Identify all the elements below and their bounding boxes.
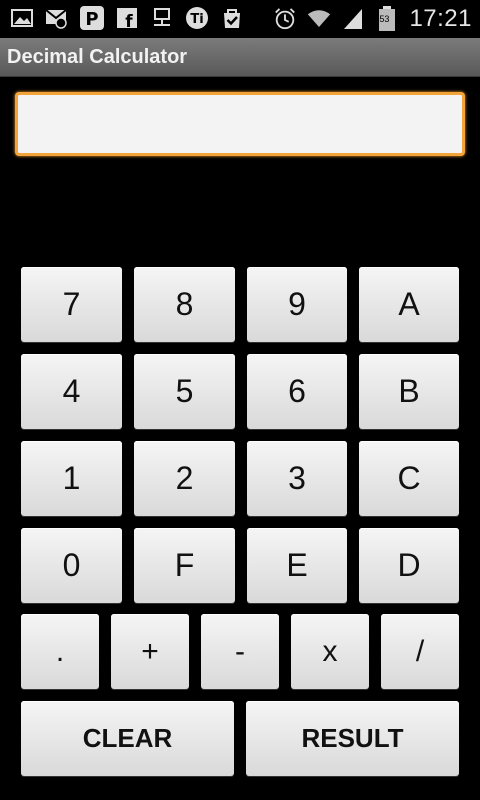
clock: 17:21 xyxy=(409,5,472,32)
tinfoil-icon: Ti xyxy=(185,6,209,30)
key-d[interactable]: D xyxy=(359,528,459,603)
key-3[interactable]: 3 xyxy=(247,441,347,516)
facebook-icon: f xyxy=(115,6,139,30)
gmail-icon xyxy=(45,6,69,30)
key-5[interactable]: 5 xyxy=(134,354,235,429)
svg-text:f: f xyxy=(125,12,133,28)
key-6[interactable]: 6 xyxy=(247,354,347,429)
signal-icon xyxy=(341,7,365,31)
battery-icon: 53 xyxy=(375,6,399,31)
key-9[interactable]: 9 xyxy=(247,267,347,342)
network-icon xyxy=(150,6,174,30)
key-7[interactable]: 7 xyxy=(21,267,122,342)
action-bar: Decimal Calculator xyxy=(0,38,480,77)
key-2[interactable]: 2 xyxy=(134,441,235,516)
key-c[interactable]: C xyxy=(359,441,459,516)
key-f[interactable]: F xyxy=(134,528,235,603)
key-decimal-point[interactable]: . xyxy=(21,614,99,689)
key-8[interactable]: 8 xyxy=(134,267,235,342)
key-plus[interactable]: + xyxy=(111,614,189,689)
check-bag-icon xyxy=(220,6,244,30)
key-a[interactable]: A xyxy=(359,267,459,342)
status-bar: P f Ti 53 17:21 xyxy=(0,0,480,38)
system-status: 53 17:21 xyxy=(273,5,472,33)
svg-text:P: P xyxy=(85,9,98,30)
pinterest-icon: P xyxy=(80,6,104,30)
picture-icon xyxy=(10,6,34,30)
battery-level: 53 xyxy=(379,14,390,24)
key-minus[interactable]: - xyxy=(201,614,279,689)
result-button[interactable]: RESULT xyxy=(246,701,459,776)
key-1[interactable]: 1 xyxy=(21,441,122,516)
key-4[interactable]: 4 xyxy=(21,354,122,429)
key-multiply[interactable]: x xyxy=(291,614,369,689)
key-divide[interactable]: / xyxy=(381,614,459,689)
alarm-icon xyxy=(273,7,297,31)
display-input[interactable] xyxy=(18,95,462,153)
notification-icons: P f Ti xyxy=(10,6,244,30)
key-0[interactable]: 0 xyxy=(21,528,122,603)
app-title: Decimal Calculator xyxy=(7,46,188,68)
wifi-icon xyxy=(307,7,331,31)
key-b[interactable]: B xyxy=(359,354,459,429)
svg-text:Ti: Ti xyxy=(190,12,203,27)
display-field[interactable] xyxy=(15,92,465,156)
clear-button[interactable]: CLEAR xyxy=(21,701,234,776)
key-e[interactable]: E xyxy=(247,528,347,603)
